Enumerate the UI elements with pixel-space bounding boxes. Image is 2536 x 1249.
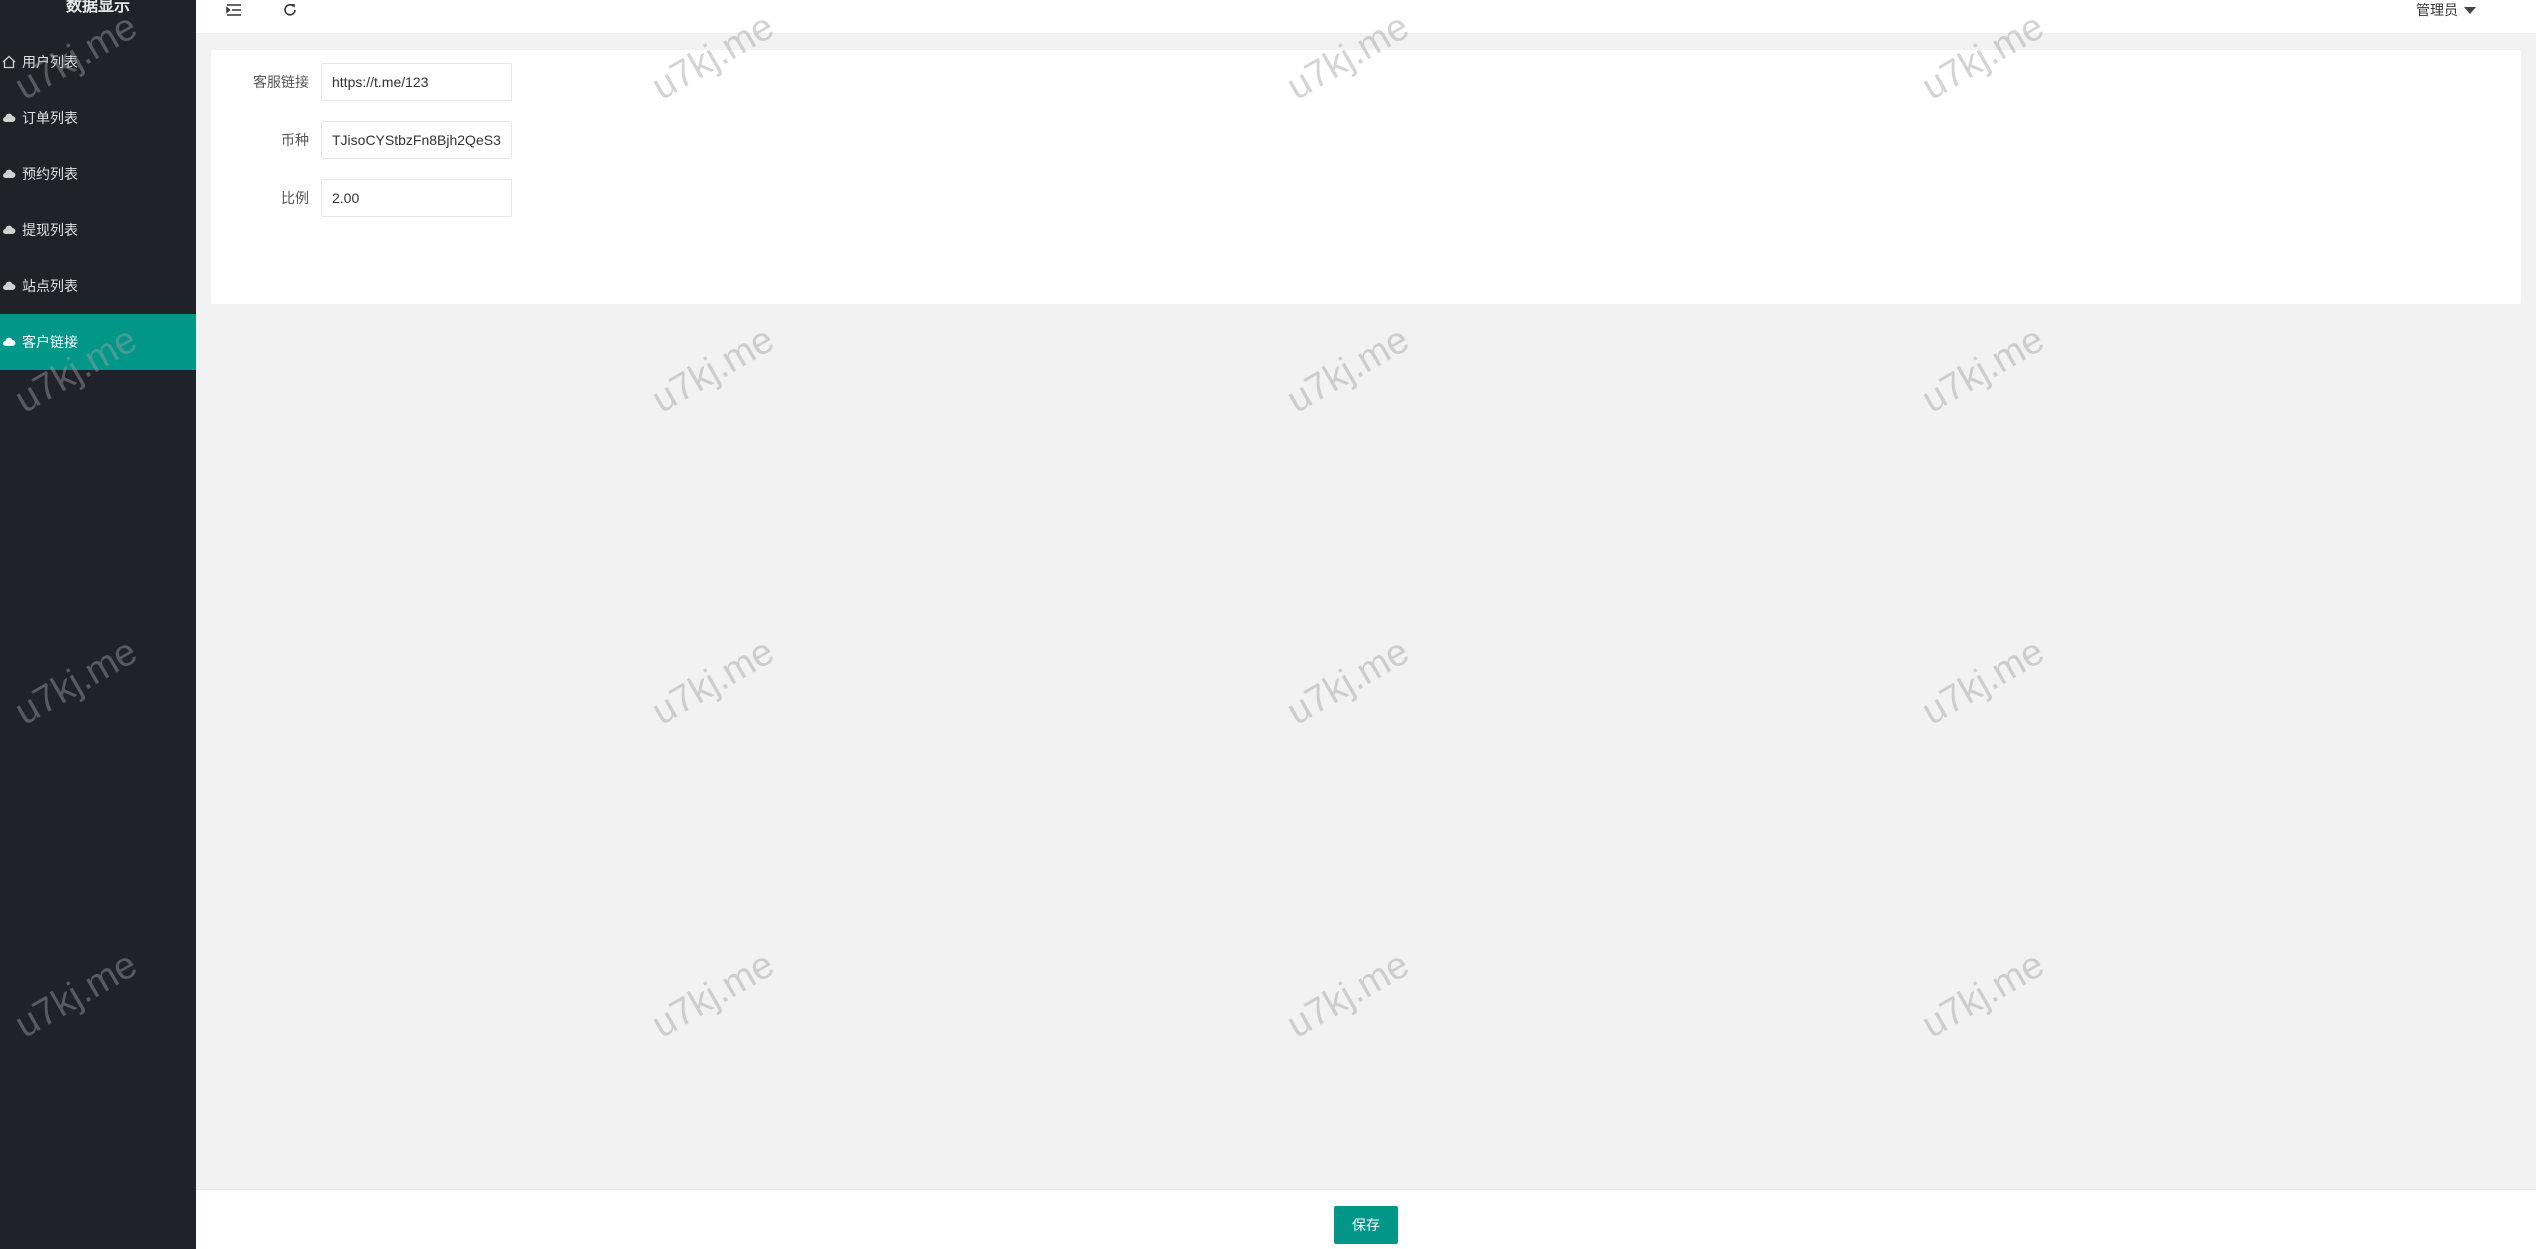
sidebar-item-users[interactable]: 用户列表 [0, 34, 196, 90]
form-row-currency: 币种 [211, 121, 811, 159]
refresh-button[interactable] [278, 0, 302, 20]
sidebar-item-label: 站点列表 [22, 278, 78, 294]
watermark: u7kj.me [1280, 318, 1417, 422]
menu-toggle-button[interactable] [222, 0, 246, 20]
save-button[interactable]: 保存 [1334, 1206, 1398, 1244]
currency-input[interactable] [321, 121, 512, 159]
cloud-icon [2, 111, 16, 125]
sidebar-item-sites[interactable]: 站点列表 [0, 258, 196, 314]
watermark: u7kj.me [1915, 943, 2052, 1047]
watermark: u7kj.me [1915, 630, 2052, 734]
watermark: u7kj.me [645, 318, 782, 422]
cloud-icon [2, 279, 16, 293]
user-name: 管理员 [2416, 2, 2458, 18]
watermark: u7kj.me [1915, 318, 2052, 422]
top-header: 管理员 [196, 0, 2536, 34]
refresh-icon [281, 1, 299, 19]
sidebar-item-customer-links[interactable]: 客户链接 [0, 314, 196, 370]
sidebar-item-label: 提现列表 [22, 222, 78, 238]
cloud-icon [2, 167, 16, 181]
sidebar: 数据显示 用户列表 订单列表 预约列表 提现列表 站点列表 客户链接 [0, 0, 196, 1249]
sidebar-item-label: 预约列表 [22, 166, 78, 182]
service-link-input[interactable] [321, 63, 512, 101]
form-label: 币种 [281, 132, 309, 148]
watermark: u7kj.me [645, 630, 782, 734]
sidebar-item-orders[interactable]: 订单列表 [0, 90, 196, 146]
form-row-ratio: 比例 [211, 179, 811, 217]
watermark: u7kj.me [1280, 630, 1417, 734]
form-label: 客服链接 [253, 74, 309, 90]
form-footer: 保存 [196, 1189, 2536, 1249]
caret-down-icon [2464, 6, 2476, 14]
home-icon [2, 55, 16, 69]
sidebar-nav: 用户列表 订单列表 预约列表 提现列表 站点列表 客户链接 [0, 34, 196, 370]
user-menu[interactable]: 管理员 [2416, 0, 2476, 20]
ratio-input[interactable] [321, 179, 512, 217]
cloud-icon [2, 223, 16, 237]
sidebar-logo: 数据显示 [65, 0, 130, 15]
sidebar-item-withdrawals[interactable]: 提现列表 [0, 202, 196, 258]
watermark: u7kj.me [645, 943, 782, 1047]
settings-form-card: 客服链接 币种 比例 [211, 50, 2521, 304]
form-label: 比例 [281, 190, 309, 206]
sidebar-item-reservations[interactable]: 预约列表 [0, 146, 196, 202]
cloud-icon [2, 335, 16, 349]
menu-toggle-icon [225, 1, 243, 19]
sidebar-item-label: 客户链接 [22, 334, 78, 350]
form-row-service-link: 客服链接 [211, 63, 811, 101]
sidebar-item-label: 订单列表 [22, 110, 78, 126]
watermark: u7kj.me [1280, 943, 1417, 1047]
sidebar-item-label: 用户列表 [22, 54, 78, 70]
